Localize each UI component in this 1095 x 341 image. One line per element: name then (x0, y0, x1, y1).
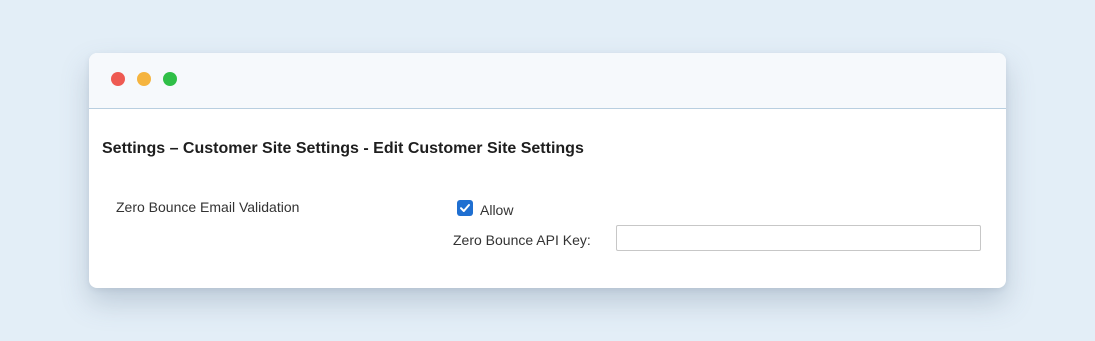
checkmark-icon (460, 204, 470, 212)
allow-label: Allow (480, 202, 514, 218)
api-key-input[interactable] (616, 225, 981, 251)
allow-checkbox[interactable] (457, 200, 473, 216)
zero-bounce-setting-label: Zero Bounce Email Validation (116, 199, 300, 215)
close-window-button[interactable] (111, 72, 125, 86)
api-key-label: Zero Bounce API Key: (453, 232, 591, 248)
maximize-window-button[interactable] (163, 72, 177, 86)
app-window: Settings – Customer Site Settings - Edit… (89, 53, 1006, 288)
window-titlebar (89, 53, 1006, 109)
allow-option: Allow (457, 198, 513, 218)
minimize-window-button[interactable] (137, 72, 151, 86)
page-title: Settings – Customer Site Settings - Edit… (102, 140, 584, 157)
